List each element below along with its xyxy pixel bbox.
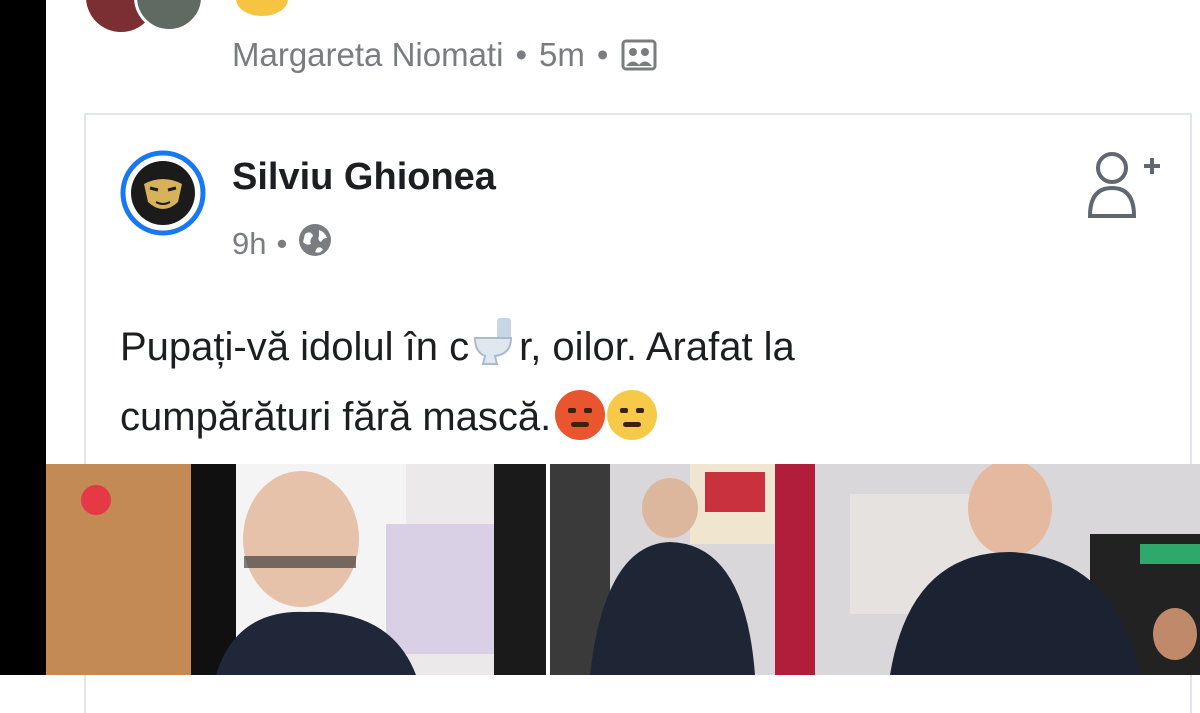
add-friend-icon[interactable] bbox=[1086, 148, 1166, 222]
globe-icon bbox=[297, 222, 333, 266]
angry-face-emoji-icon bbox=[555, 390, 606, 440]
avatar bbox=[134, 0, 204, 32]
smirk-face-emoji-icon bbox=[607, 390, 658, 440]
post-photo[interactable] bbox=[550, 464, 1200, 675]
post-text-line1-a: Pupați-vă idolul în c bbox=[120, 325, 470, 369]
avatar[interactable] bbox=[120, 150, 206, 236]
shared-time[interactable]: 5m bbox=[539, 36, 585, 74]
friends-icon bbox=[620, 38, 658, 72]
post-text: Pupați-vă idolul în c r, oilor. Arafat la… bbox=[120, 315, 1100, 449]
post-time[interactable]: 9h bbox=[232, 226, 266, 262]
separator-dot: • bbox=[515, 36, 527, 73]
post-author-name[interactable]: Silviu Ghionea bbox=[232, 156, 496, 199]
separator-dot: • bbox=[276, 226, 288, 261]
shared-by-meta: Margareta Niomati • 5m • bbox=[232, 36, 658, 74]
post-photos[interactable] bbox=[46, 464, 1200, 675]
post-photo[interactable] bbox=[46, 464, 546, 675]
separator-dot: • bbox=[596, 36, 609, 73]
shared-by-name[interactable]: Margareta Niomati bbox=[232, 36, 503, 74]
post-text-line2: cumpărături fără mască. bbox=[120, 395, 552, 439]
toilet-emoji-icon bbox=[471, 316, 517, 385]
left-edge-bar bbox=[0, 0, 46, 675]
post-text-line1-b: r, oilor. Arafat la bbox=[519, 325, 795, 369]
post-meta: 9h • bbox=[232, 222, 333, 266]
